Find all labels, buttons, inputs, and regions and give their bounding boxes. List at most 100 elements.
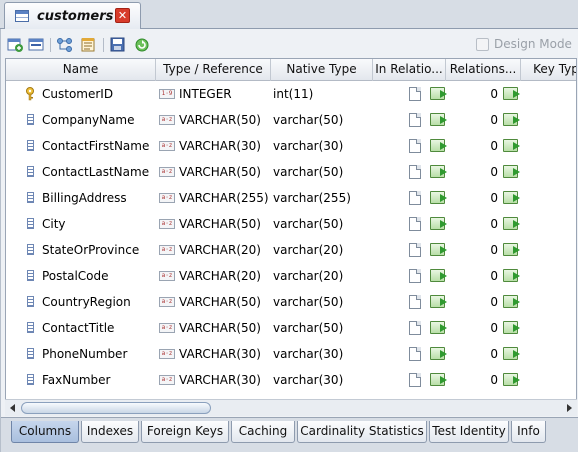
- column-name[interactable]: StateOrProvince: [42, 237, 154, 263]
- horizontal-scrollbar[interactable]: [5, 399, 577, 416]
- tab-test-identity[interactable]: Test Identity: [429, 421, 509, 443]
- column-native-type[interactable]: varchar(30): [273, 341, 371, 367]
- goto-icon[interactable]: [503, 243, 520, 256]
- goto-icon[interactable]: [430, 295, 447, 308]
- add-column-icon[interactable]: [7, 37, 24, 52]
- goto-icon[interactable]: [430, 243, 447, 256]
- refresh-icon[interactable]: [134, 37, 151, 52]
- table-row[interactable]: CustomerID 1·9 INTEGER int(11) 0: [6, 81, 576, 107]
- column-name[interactable]: City: [42, 211, 154, 237]
- column-native-type[interactable]: varchar(50): [273, 211, 371, 237]
- goto-icon[interactable]: [503, 139, 520, 152]
- header-key-type[interactable]: Key Typ: [521, 59, 576, 81]
- column-type[interactable]: VARCHAR(20): [179, 263, 271, 289]
- document-icon[interactable]: [409, 165, 421, 179]
- table-row[interactable]: ContactLastName a·z VARCHAR(50) varchar(50)…: [6, 159, 576, 185]
- goto-icon[interactable]: [503, 191, 520, 204]
- goto-icon[interactable]: [430, 191, 447, 204]
- column-name[interactable]: BillingAddress: [42, 185, 154, 211]
- table-row[interactable]: ContactTitle a·z VARCHAR(50) varchar(50) 0: [6, 315, 576, 341]
- column-type[interactable]: VARCHAR(255): [179, 185, 271, 211]
- tab-columns[interactable]: Columns: [11, 421, 79, 443]
- column-name[interactable]: CountryRegion: [42, 289, 154, 315]
- column-native-type[interactable]: int(11): [273, 81, 371, 107]
- design-mode-toggle[interactable]: Design Mode: [476, 37, 572, 51]
- table-row[interactable]: PostalCode a·z VARCHAR(20) varchar(20) 0: [6, 263, 576, 289]
- column-type[interactable]: VARCHAR(30): [179, 341, 271, 367]
- column-type[interactable]: VARCHAR(30): [179, 367, 271, 393]
- column-native-type[interactable]: varchar(20): [273, 263, 371, 289]
- table-row[interactable]: ContactFirstName a·z VARCHAR(30) varchar(30…: [6, 133, 576, 159]
- column-type[interactable]: INTEGER: [179, 81, 271, 107]
- column-type[interactable]: VARCHAR(30): [179, 133, 271, 159]
- document-icon[interactable]: [409, 269, 421, 283]
- column-native-type[interactable]: varchar(30): [273, 133, 371, 159]
- goto-icon[interactable]: [503, 269, 520, 282]
- column-name[interactable]: FaxNumber: [42, 367, 154, 393]
- table-row[interactable]: CountryRegion a·z VARCHAR(50) varchar(50) 0: [6, 289, 576, 315]
- header-name[interactable]: Name: [6, 59, 156, 81]
- document-icon[interactable]: [409, 243, 421, 257]
- header-relations[interactable]: Relations...: [446, 59, 521, 81]
- document-icon[interactable]: [409, 191, 421, 205]
- goto-icon[interactable]: [503, 295, 520, 308]
- properties-icon[interactable]: [80, 37, 97, 52]
- column-name[interactable]: ContactTitle: [42, 315, 154, 341]
- column-native-type[interactable]: varchar(50): [273, 159, 371, 185]
- goto-icon[interactable]: [430, 269, 447, 282]
- goto-icon[interactable]: [430, 87, 447, 100]
- column-name[interactable]: ContactFirstName: [42, 133, 154, 159]
- goto-icon[interactable]: [430, 347, 447, 360]
- goto-icon[interactable]: [503, 347, 520, 360]
- table-row[interactable]: CompanyName a·z VARCHAR(50) varchar(50) 0: [6, 107, 576, 133]
- column-native-type[interactable]: varchar(20): [273, 237, 371, 263]
- goto-icon[interactable]: [503, 321, 520, 334]
- goto-icon[interactable]: [503, 373, 520, 386]
- column-native-type[interactable]: varchar(50): [273, 289, 371, 315]
- tab-customers[interactable]: customers ✕: [4, 2, 141, 29]
- column-native-type[interactable]: varchar(255): [273, 185, 371, 211]
- column-native-type[interactable]: varchar(30): [273, 367, 371, 393]
- document-icon[interactable]: [409, 113, 421, 127]
- column-type[interactable]: VARCHAR(50): [179, 159, 271, 185]
- scroll-left-icon[interactable]: [10, 404, 15, 412]
- remove-column-icon[interactable]: [28, 37, 45, 52]
- goto-icon[interactable]: [503, 113, 520, 126]
- column-name[interactable]: CompanyName: [42, 107, 154, 133]
- goto-icon[interactable]: [430, 373, 447, 386]
- goto-icon[interactable]: [430, 165, 447, 178]
- column-native-type[interactable]: varchar(50): [273, 107, 371, 133]
- goto-icon[interactable]: [430, 217, 447, 230]
- goto-icon[interactable]: [430, 113, 447, 126]
- save-icon[interactable]: [110, 37, 127, 52]
- column-type[interactable]: VARCHAR(50): [179, 211, 271, 237]
- column-type[interactable]: VARCHAR(50): [179, 107, 271, 133]
- header-native-type[interactable]: Native Type: [271, 59, 373, 81]
- design-mode-checkbox[interactable]: [476, 37, 489, 51]
- document-icon[interactable]: [409, 321, 421, 335]
- document-icon[interactable]: [409, 295, 421, 309]
- table-row[interactable]: StateOrProvince a·z VARCHAR(20) varchar(20)…: [6, 237, 576, 263]
- table-row[interactable]: FaxNumber a·z VARCHAR(30) varchar(30) 0: [6, 367, 576, 393]
- table-row[interactable]: BillingAddress a·z VARCHAR(255) varchar(255…: [6, 185, 576, 211]
- column-type[interactable]: VARCHAR(50): [179, 315, 271, 341]
- column-name[interactable]: ContactLastName: [42, 159, 154, 185]
- document-icon[interactable]: [409, 87, 421, 101]
- column-native-type[interactable]: varchar(50): [273, 315, 371, 341]
- tab-foreign-keys[interactable]: Foreign Keys: [141, 421, 229, 443]
- table-row[interactable]: PhoneNumber a·z VARCHAR(30) varchar(30) 0: [6, 341, 576, 367]
- header-in-relations[interactable]: In Relatio...: [373, 59, 446, 81]
- document-icon[interactable]: [409, 373, 421, 387]
- document-icon[interactable]: [409, 347, 421, 361]
- tab-info[interactable]: Info: [511, 421, 546, 443]
- table-row[interactable]: City a·z VARCHAR(50) varchar(50) 0: [6, 211, 576, 237]
- scroll-right-icon[interactable]: [567, 404, 572, 412]
- close-icon[interactable]: ✕: [115, 8, 130, 23]
- tab-indexes[interactable]: Indexes: [81, 421, 139, 443]
- relations-icon[interactable]: [56, 37, 73, 52]
- tab-cardinality-statistics[interactable]: Cardinality Statistics: [297, 421, 427, 443]
- document-icon[interactable]: [409, 217, 421, 231]
- column-type[interactable]: VARCHAR(50): [179, 289, 271, 315]
- scrollbar-thumb[interactable]: [21, 402, 211, 414]
- goto-icon[interactable]: [503, 217, 520, 230]
